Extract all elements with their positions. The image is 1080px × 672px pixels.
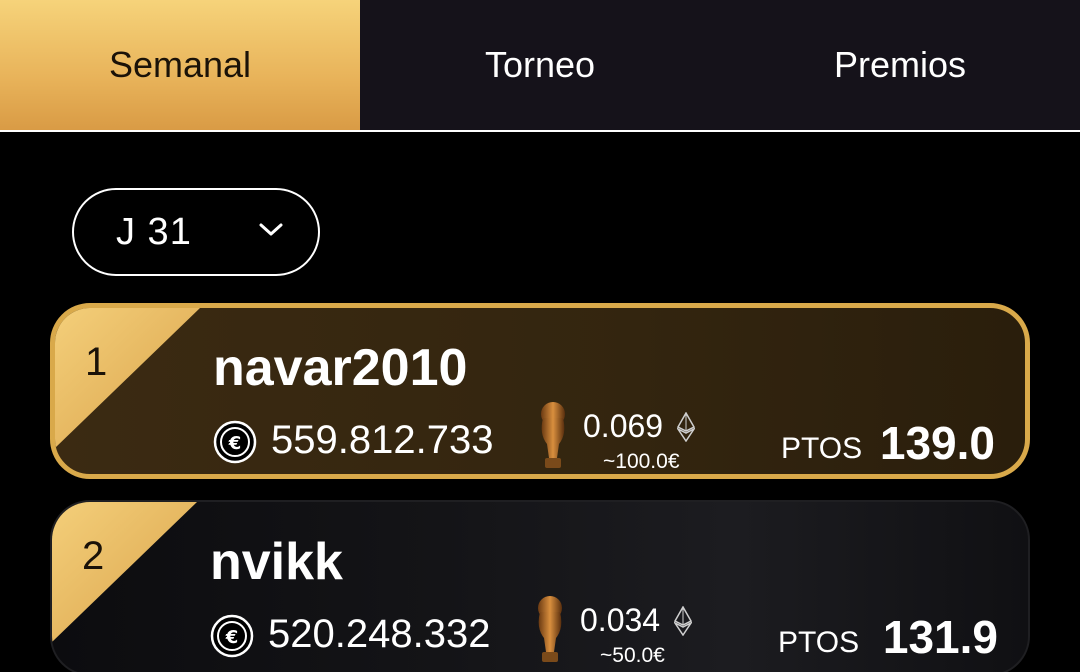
tab-semanal[interactable]: Semanal xyxy=(0,0,360,130)
round-selector-value: J 31 xyxy=(116,210,192,253)
tab-bar: Semanal Torneo Premios xyxy=(0,0,1080,132)
ethereum-icon xyxy=(677,412,695,442)
points-label: PTOS xyxy=(778,626,860,659)
tab-torneo[interactable]: Torneo xyxy=(360,0,720,130)
eth-prize: 0.034 xyxy=(580,602,661,638)
svg-text:€: € xyxy=(228,433,242,454)
player-name: nvikk xyxy=(210,533,343,591)
trophy-icon xyxy=(538,596,562,662)
euro-coin-icon: € xyxy=(210,614,254,658)
points-value: 131.9 xyxy=(882,611,998,663)
leaderboard-row[interactable]: 2 nvikk € 520.248.332 0.034 ~50.0€ PTOS … xyxy=(50,500,1030,672)
eur-prize: ~50.0€ xyxy=(600,644,665,667)
round-selector[interactable]: J 31 xyxy=(72,188,320,276)
euro-coin-icon: € xyxy=(213,420,257,464)
player-name: navar2010 xyxy=(213,339,468,397)
tab-premios[interactable]: Premios xyxy=(720,0,1080,130)
rank-ribbon xyxy=(55,308,200,448)
points-label: PTOS xyxy=(781,432,863,465)
eth-prize: 0.069 xyxy=(583,408,664,444)
coins-value: 559.812.733 xyxy=(271,418,494,462)
leaderboard-row[interactable]: 1 navar2010 € 559.812.733 0.069 ~100.0€ … xyxy=(50,303,1030,479)
rank-number: 2 xyxy=(82,534,105,578)
ethereum-icon xyxy=(674,606,692,636)
trophy-icon xyxy=(541,402,565,468)
points-value: 139.0 xyxy=(879,417,995,469)
svg-text:€: € xyxy=(225,627,239,648)
rank-ribbon xyxy=(52,502,197,642)
rank-number: 1 xyxy=(85,340,108,384)
coins-value: 520.248.332 xyxy=(268,612,491,656)
chevron-down-icon xyxy=(259,223,283,236)
eur-prize: ~100.0€ xyxy=(603,450,680,473)
